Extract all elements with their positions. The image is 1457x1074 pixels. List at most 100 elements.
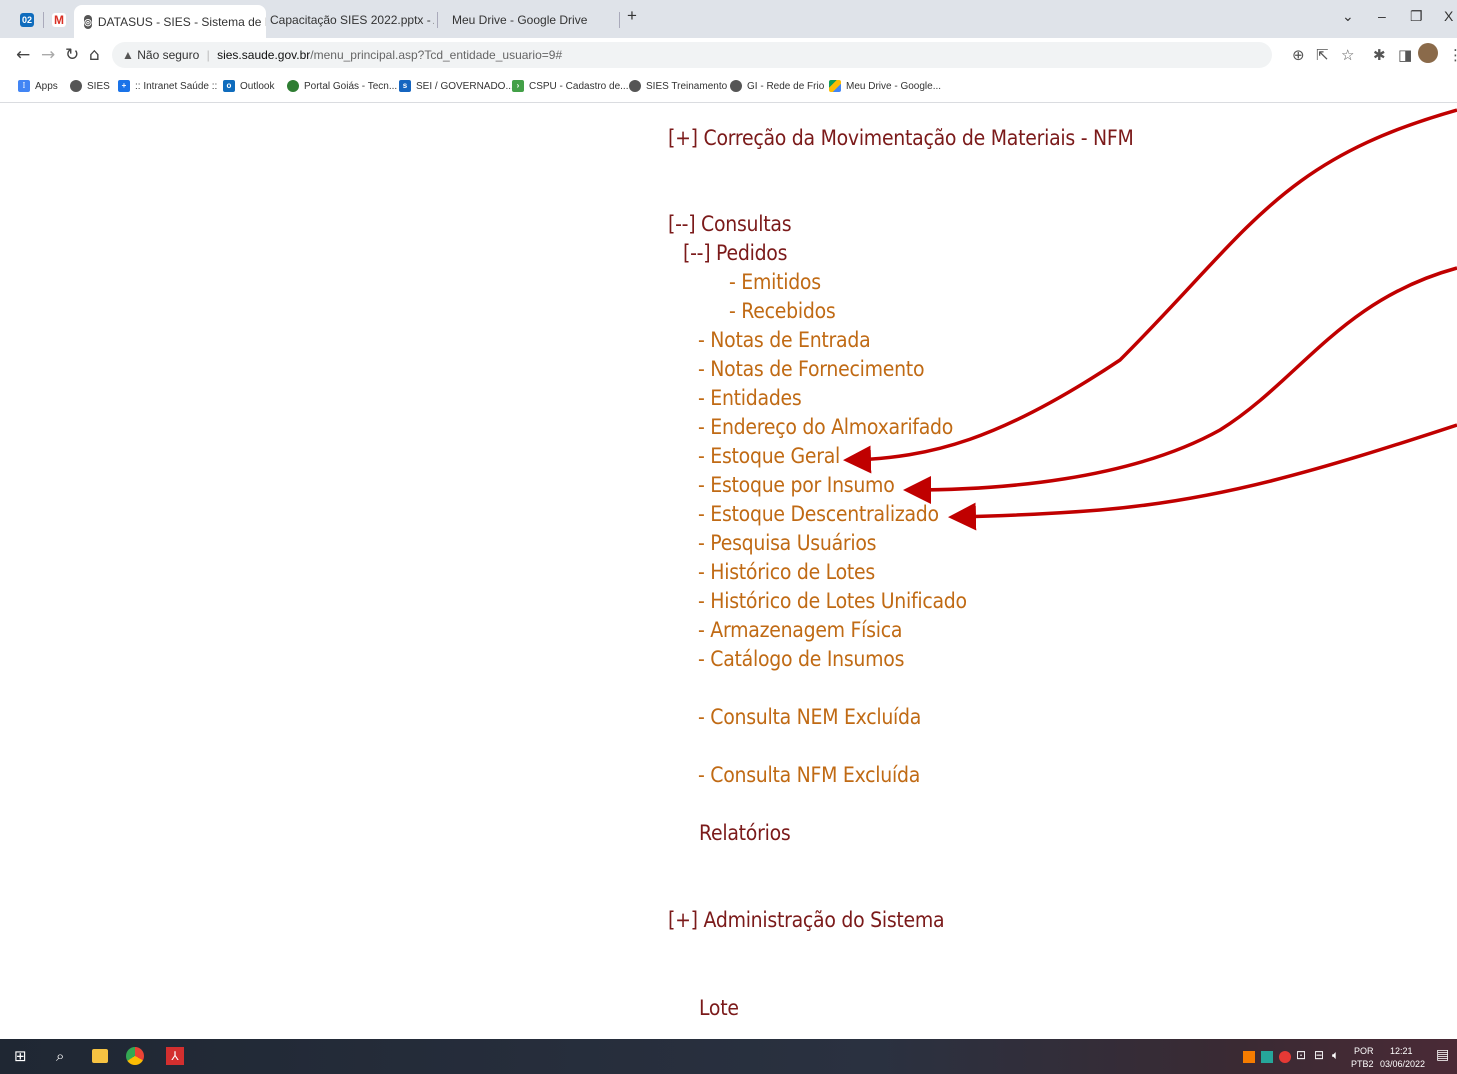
- tab-capacitacao[interactable]: Capacitação SIES 2022.pptx - Ap X: [264, 6, 434, 34]
- menu-relatorios[interactable]: Relatórios: [699, 821, 791, 845]
- menu-notas-fornecimento[interactable]: - Notas de Fornecimento: [698, 357, 925, 381]
- bookmark-sies[interactable]: SIES: [70, 80, 110, 92]
- globe-icon: [730, 80, 742, 92]
- menu-consulta-nem-excluida[interactable]: - Consulta NEM Excluída: [698, 705, 921, 729]
- bookmark-label: Outlook: [240, 80, 275, 92]
- zoom-icon[interactable]: ⊕: [1292, 46, 1305, 64]
- menu-pedidos[interactable]: [--] Pedidos: [683, 241, 787, 265]
- share-icon[interactable]: ⇱: [1316, 46, 1329, 64]
- tray-display-icon[interactable]: ⊟: [1314, 1048, 1324, 1062]
- windows-start-icon[interactable]: ⊞: [14, 1047, 27, 1065]
- pinned-tab-outlook[interactable]: 02: [20, 6, 34, 34]
- menu-consulta-nfm-excluida[interactable]: - Consulta NFM Excluída: [698, 763, 920, 787]
- bookmark-label: CSPU - Cadastro de...: [529, 80, 629, 92]
- tab-separator: [43, 12, 44, 28]
- acrobat-icon[interactable]: ⅄: [166, 1047, 184, 1065]
- tray-shield-icon[interactable]: [1279, 1051, 1291, 1063]
- bookmark-label: SEI / GOVERNADO...: [416, 80, 514, 92]
- menu-kebab-icon[interactable]: ⋮: [1448, 46, 1457, 64]
- profile-avatar[interactable]: [1418, 43, 1438, 63]
- bookmark-label: SIES Treinamento: [646, 80, 728, 92]
- bookmark-sei[interactable]: s SEI / GOVERNADO...: [399, 80, 514, 92]
- menu-estoque-descentralizado[interactable]: - Estoque Descentralizado: [698, 502, 939, 526]
- close-window-button[interactable]: X: [1444, 8, 1453, 24]
- bookmark-label: Portal Goiás - Tecn...: [304, 80, 398, 92]
- menu-entidades[interactable]: - Entidades: [698, 386, 802, 410]
- tray-date[interactable]: 03/06/2022: [1380, 1059, 1425, 1069]
- tab-search-dropdown-icon[interactable]: ⌄: [1342, 8, 1354, 25]
- tab-separator: [437, 12, 438, 28]
- tray-keyboard-layout[interactable]: PTB2: [1351, 1059, 1374, 1069]
- back-arrow-icon[interactable]: ←: [16, 45, 30, 65]
- pinned-tab-gmail[interactable]: M: [52, 6, 66, 34]
- menu-estoque-geral[interactable]: - Estoque Geral: [698, 444, 840, 468]
- url-divider: |: [206, 48, 210, 62]
- url-host: sies.saude.gov.br: [217, 48, 311, 62]
- security-warning-label[interactable]: Não seguro: [137, 48, 199, 62]
- notifications-icon[interactable]: ▤: [1436, 1047, 1449, 1063]
- menu-armazenagem-fisica[interactable]: - Armazenagem Física: [698, 618, 902, 642]
- bookmark-gi-rede-frio[interactable]: GI - Rede de Frio: [730, 80, 824, 92]
- globe-icon: [629, 80, 641, 92]
- url-path: /menu_principal.asp?Tcd_entidade_usuario…: [310, 48, 563, 62]
- health-icon: +: [118, 80, 130, 92]
- warning-icon[interactable]: ▲: [122, 48, 134, 62]
- bookmark-label: GI - Rede de Frio: [747, 80, 825, 92]
- side-panel-icon[interactable]: ◨: [1398, 46, 1412, 64]
- bookmark-label: Meu Drive - Google...: [846, 80, 942, 92]
- bookmark-cspu[interactable]: › CSPU - Cadastro de...: [512, 80, 628, 92]
- bookmark-portal-goias[interactable]: Portal Goiás - Tecn...: [287, 80, 397, 92]
- reload-icon[interactable]: ↻: [65, 45, 79, 65]
- menu-emitidos[interactable]: - Emitidos: [729, 270, 821, 294]
- tab-meu-drive[interactable]: Meu Drive - Google Drive X: [446, 6, 616, 34]
- menu-historico-lotes-unificado[interactable]: - Histórico de Lotes Unificado: [698, 589, 967, 613]
- tray-network-icon[interactable]: ⊡: [1296, 1048, 1306, 1062]
- menu-pesquisa-usuarios[interactable]: - Pesquisa Usuários: [698, 531, 877, 555]
- minimize-button[interactable]: –: [1378, 8, 1386, 24]
- file-explorer-icon[interactable]: [92, 1049, 108, 1063]
- cspu-icon: ›: [512, 80, 524, 92]
- menu-catalogo-insumos[interactable]: - Catálogo de Insumos: [698, 647, 904, 671]
- search-icon[interactable]: ⌕: [56, 1047, 64, 1065]
- menu-historico-lotes[interactable]: - Histórico de Lotes: [698, 560, 875, 584]
- menu-correcao-nfm[interactable]: [+] Correção da Movimentação de Materiai…: [668, 126, 1134, 150]
- tray-app-icon[interactable]: [1261, 1051, 1273, 1063]
- bookmark-outlook[interactable]: o Outlook: [223, 80, 274, 92]
- bookmark-label: Apps: [35, 80, 58, 92]
- bookmark-intranet[interactable]: + :: Intranet Saúde ::: [118, 80, 217, 92]
- bookmark-apps[interactable]: ⁞ Apps: [18, 80, 58, 92]
- bookmark-label: :: Intranet Saúde ::: [135, 80, 218, 92]
- home-icon[interactable]: ⌂: [89, 45, 100, 65]
- tab-separator: [619, 12, 620, 28]
- menu-recebidos[interactable]: - Recebidos: [729, 299, 836, 323]
- portal-icon: [287, 80, 299, 92]
- drive-icon: [829, 80, 841, 92]
- menu-estoque-insumo[interactable]: - Estoque por Insumo: [698, 473, 895, 497]
- menu-consultas[interactable]: [--] Consultas: [668, 212, 792, 236]
- new-tab-button[interactable]: +: [627, 6, 637, 26]
- forward-arrow-icon[interactable]: →: [41, 45, 55, 65]
- bookmark-meu-drive[interactable]: Meu Drive - Google...: [829, 80, 941, 92]
- bookmark-label: SIES: [87, 80, 110, 92]
- chrome-icon[interactable]: [126, 1047, 144, 1065]
- volume-icon[interactable]: 🔈︎: [1332, 1048, 1339, 1063]
- maximize-button[interactable]: ❐: [1410, 8, 1423, 25]
- tray-language[interactable]: POR: [1354, 1046, 1374, 1056]
- gmail-icon: M: [52, 13, 66, 27]
- menu-endereco-almoxarifado[interactable]: - Endereço do Almoxarifado: [698, 415, 953, 439]
- tab-label: Capacitação SIES 2022.pptx - Ap: [270, 13, 434, 27]
- outlook-icon: o: [223, 80, 235, 92]
- menu-lote[interactable]: Lote: [699, 996, 739, 1020]
- tray-time[interactable]: 12:21: [1390, 1046, 1413, 1056]
- menu-notas-entrada[interactable]: - Notas de Entrada: [698, 328, 871, 352]
- tab-datasus[interactable]: ◎ DATASUS - SIES - Sistema de Inf X: [74, 5, 266, 38]
- bookmark-star-icon[interactable]: ☆: [1341, 46, 1354, 64]
- extensions-icon[interactable]: ✱: [1373, 46, 1386, 64]
- menu-administracao[interactable]: [+] Administração do Sistema: [668, 908, 945, 932]
- page-content: [+] Correção da Movimentação de Materiai…: [0, 103, 1457, 1039]
- browser-tab-strip: 02 M ◎ DATASUS - SIES - Sistema de Inf X…: [0, 0, 1457, 38]
- address-bar[interactable]: ▲ Não seguro | sies.saude.gov.br/menu_pr…: [112, 42, 1272, 68]
- tray-app-icon[interactable]: [1243, 1051, 1255, 1063]
- bookmark-sies-treinamento[interactable]: SIES Treinamento: [629, 80, 727, 92]
- tab-label: Meu Drive - Google Drive: [452, 13, 588, 27]
